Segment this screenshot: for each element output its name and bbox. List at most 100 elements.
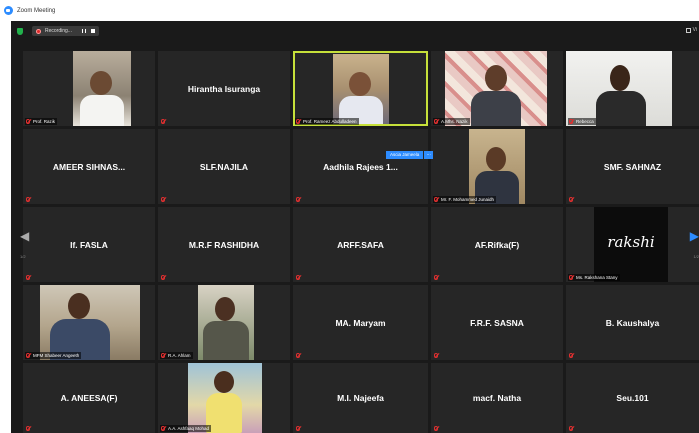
- title-bar: Zoom Meeting: [0, 0, 699, 21]
- participant-tile[interactable]: ARFF.SAFA: [293, 207, 428, 282]
- participant-video: [198, 285, 254, 360]
- participant-name: F.R.F. SASNA: [470, 317, 524, 328]
- security-shield-icon[interactable]: [17, 27, 23, 35]
- mic-muted-icon: [161, 197, 165, 202]
- more-options-button[interactable]: ...: [424, 151, 434, 159]
- person-head: [68, 293, 90, 319]
- participant-tile[interactable]: rakshi Ms. Rakshana Stany: [566, 207, 699, 282]
- mic-muted-icon: [434, 353, 438, 358]
- person-head: [486, 147, 506, 171]
- participant-tile[interactable]: Prof. Razik: [23, 51, 155, 126]
- participant-label: Prof. Rameez Abdulladeen: [295, 118, 359, 125]
- mic-muted-icon: [26, 426, 30, 431]
- participant-name: AF.Rifka(F): [474, 239, 520, 250]
- person-body: [80, 95, 124, 126]
- mic-muted-icon: [434, 426, 438, 431]
- mic-muted-icon: [434, 197, 438, 202]
- participant-name: M.I. Najeefa: [337, 393, 384, 403]
- zoom-window: Zoom Meeting Recording... Vi Prof. Razik: [0, 0, 699, 433]
- meeting-top-bar: Recording... Vi: [11, 21, 699, 41]
- person-body: [471, 91, 521, 126]
- mic-muted-icon: [569, 426, 573, 431]
- participant-tile-active-speaker[interactable]: Prof. Rameez Abdulladeen: [293, 51, 428, 126]
- mic-muted-icon: [296, 426, 300, 431]
- recording-dot-icon: [36, 28, 41, 34]
- participant-label: Mr. F. Mohammed Junaidh: [433, 196, 497, 203]
- view-label: Vi: [692, 27, 697, 33]
- participant-name: macf. Natha: [472, 393, 522, 403]
- mic-muted-icon: [26, 353, 30, 358]
- participant-tile[interactable]: AMEER SIHNAS...: [23, 129, 155, 204]
- view-button[interactable]: Vi: [685, 27, 697, 33]
- stop-recording-icon[interactable]: [90, 29, 95, 33]
- mic-muted-icon: [161, 426, 165, 431]
- participant-tile[interactable]: R.A. Ahlam: [158, 285, 290, 360]
- participant-label: Ms. Rakshana Stany: [568, 274, 620, 281]
- mic-muted-icon: [26, 197, 30, 202]
- participant-name: Hirantha Isuranga: [187, 83, 261, 94]
- mic-muted-icon: [26, 275, 30, 280]
- participant-name: If. FASLA: [70, 239, 108, 250]
- meeting-area: Recording... Vi Prof. Razik Hirantha Isu…: [11, 21, 699, 433]
- gallery-view-icon: [685, 27, 691, 33]
- participant-tile[interactable]: Rebecca: [566, 51, 699, 126]
- person-body: [203, 321, 249, 360]
- participant-tile[interactable]: macf. Natha: [431, 363, 563, 433]
- participant-name: A. ANEESA(F): [60, 393, 118, 403]
- next-page-number: 1/2: [693, 254, 699, 259]
- participant-tile[interactable]: MFM Shabeer Angeeth: [23, 285, 155, 360]
- participant-name: AMEER SIHNAS...: [52, 161, 126, 172]
- participant-tile[interactable]: M.R.F RASHIDHA: [158, 207, 290, 282]
- person-head: [215, 297, 235, 321]
- participant-tile[interactable]: SMF. SAHNAZ: [566, 129, 699, 204]
- participant-name: SMF. SAHNAZ: [603, 161, 662, 172]
- mic-muted-icon: [26, 119, 30, 124]
- person-head: [90, 71, 112, 95]
- person-body: [596, 91, 646, 126]
- participant-tile[interactable]: A.A. Ashfaaq Mohad: [158, 363, 290, 433]
- previous-page-arrow-icon[interactable]: ◀: [20, 230, 29, 242]
- participant-tile[interactable]: SLF.NAJILA: [158, 129, 290, 204]
- recording-indicator: Recording...: [32, 26, 99, 36]
- participant-tile[interactable]: MA. Maryam: [293, 285, 428, 360]
- participant-name: M.R.F RASHIDHA: [188, 239, 260, 250]
- participant-name: Aadhila Rajees 1...: [323, 161, 398, 172]
- overlay-text: rakshi: [607, 233, 655, 251]
- participant-video: [188, 363, 262, 433]
- participant-video: [445, 51, 547, 126]
- participant-tile[interactable]: A.Mhs. Nazik: [431, 51, 563, 126]
- mic-muted-icon: [296, 119, 300, 124]
- pause-recording-icon[interactable]: [81, 29, 86, 33]
- window-title: Zoom Meeting: [17, 7, 56, 14]
- participant-video: rakshi: [594, 207, 668, 282]
- popup-name: Ascia Jameela: [386, 151, 424, 159]
- mic-muted-icon: [161, 353, 165, 358]
- person-head: [214, 371, 234, 393]
- participant-tile[interactable]: Hirantha Isuranga: [158, 51, 290, 126]
- participant-video: [566, 51, 672, 126]
- participant-name: SLF.NAJILA: [199, 161, 249, 172]
- mic-muted-icon: [569, 275, 573, 280]
- person-head: [610, 65, 630, 91]
- participant-tile[interactable]: Aadhila Rajees 1...: [293, 129, 428, 204]
- participant-tile[interactable]: F.R.F. SASNA: [431, 285, 563, 360]
- person-head: [485, 65, 507, 91]
- mic-muted-icon: [434, 119, 438, 124]
- participant-tile[interactable]: Mr. F. Mohammed Junaidh: [431, 129, 563, 204]
- participant-tile[interactable]: M.I. Najeefa: [293, 363, 428, 433]
- participant-tile[interactable]: AF.Rifka(F): [431, 207, 563, 282]
- participant-video: [40, 285, 140, 360]
- participant-video: [469, 129, 525, 204]
- participant-tile[interactable]: B. Kaushalya: [566, 285, 699, 360]
- participant-tile[interactable]: Seu.101: [566, 363, 699, 433]
- participant-tile[interactable]: If. FASLA: [23, 207, 155, 282]
- participant-name-popup[interactable]: Ascia Jameela ...: [386, 151, 434, 159]
- mic-muted-icon: [296, 353, 300, 358]
- participant-tile[interactable]: A. ANEESA(F): [23, 363, 155, 433]
- person-body: [206, 393, 242, 433]
- participant-name: MA. Maryam: [335, 317, 386, 328]
- participant-label: MFM Shabeer Angeeth: [25, 352, 82, 359]
- next-page-arrow-icon[interactable]: ▶: [690, 230, 699, 242]
- mic-muted-icon: [569, 197, 573, 202]
- mic-muted-icon: [434, 275, 438, 280]
